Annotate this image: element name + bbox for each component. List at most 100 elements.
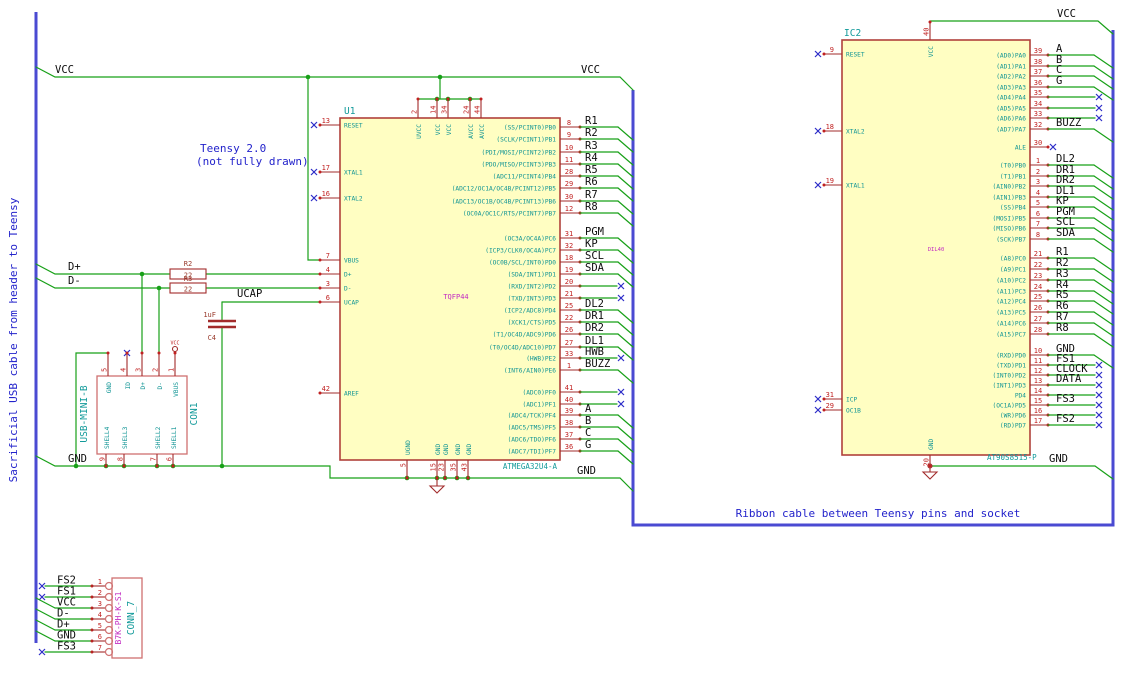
pin-name: SHELL4 (104, 426, 111, 449)
vcc-power-label: VCC (170, 341, 179, 347)
net-label[interactable]: HWB (585, 346, 604, 358)
net-label[interactable]: B (585, 415, 591, 427)
pin-number: 24 (1034, 283, 1042, 291)
net-label-gnd-ic2[interactable]: GND (1049, 453, 1068, 465)
bus-entry (617, 438, 634, 453)
net-label[interactable]: A (585, 403, 592, 415)
pin-name: ICP (846, 396, 857, 403)
pin-name: (AD5)PA5 (996, 105, 1026, 112)
net-label[interactable]: R6 (585, 176, 598, 188)
net-label[interactable]: DR1 (585, 310, 604, 322)
pin-number: 35 (1034, 89, 1042, 97)
pin-number: 5 (1036, 199, 1040, 207)
net-label[interactable]: BUZZ (1056, 117, 1081, 129)
pin-name: RESET (846, 51, 865, 58)
net-label-dplus[interactable]: D+ (68, 261, 81, 273)
net-label[interactable]: FS2 (1056, 413, 1075, 425)
net-label-gnd-left[interactable]: GND (68, 453, 87, 465)
pin-number: 37 (565, 431, 573, 439)
net-label[interactable]: DATA (1056, 373, 1082, 385)
pin-tip (318, 300, 322, 304)
pin-number: 30 (1034, 139, 1042, 147)
pin-number: 34 (441, 106, 449, 114)
pin-number: 7 (1036, 220, 1040, 228)
net-label[interactable]: BUZZ (585, 358, 610, 370)
pin-name: ALE (1015, 144, 1026, 151)
net-label[interactable]: R8 (1056, 322, 1069, 334)
pin-name: (INT6/AIN0)PE6 (504, 367, 556, 374)
net-label[interactable]: G (585, 439, 591, 451)
pin-name: OC1B (846, 407, 861, 414)
pin-name: (A9)PC1 (1000, 266, 1026, 273)
pin-number: 43 (461, 463, 469, 471)
pin-name: D- (157, 382, 164, 389)
net-label-dminus[interactable]: D- (68, 275, 81, 287)
pin-number: 3 (135, 368, 143, 372)
net-label[interactable]: SDA (585, 262, 605, 274)
bus-entry (1093, 333, 1114, 348)
pin-number: 41 (565, 384, 573, 392)
pin-name: (ADC13/OC1B/OC4B/PCINT13)PB6 (452, 198, 557, 205)
bus-entry (1093, 175, 1114, 190)
pin-number: 4 (326, 266, 330, 274)
net-label[interactable]: DL2 (585, 298, 604, 310)
net-label-gnd-u1[interactable]: GND (577, 465, 596, 477)
pin-name: (ADC11/PCINT4)PB4 (493, 173, 557, 180)
pin-name: VBUS (344, 257, 359, 264)
net-label-vcc-left[interactable]: VCC (55, 64, 74, 76)
pin-name: (ADC0)PF0 (522, 389, 556, 396)
pin-number: 28 (565, 168, 573, 176)
net-label[interactable]: PGM (585, 226, 604, 238)
net-label[interactable]: R5 (585, 164, 598, 176)
pin-number: 37 (1034, 68, 1042, 76)
pin-number: 13 (1034, 377, 1042, 385)
pin-tip (155, 464, 159, 468)
pin-number: 21 (565, 290, 573, 298)
pin-number: 8 (1036, 231, 1040, 239)
pin-number: 36 (565, 443, 573, 451)
net-label[interactable]: G (1056, 75, 1062, 87)
bus-entry (1093, 65, 1114, 80)
wire-vbus (307, 76, 321, 261)
net-label[interactable]: KP (585, 238, 598, 250)
bus-entry (617, 138, 634, 153)
pin-tip (173, 351, 177, 355)
bus-entry (617, 249, 634, 264)
pin-name: GND (443, 444, 450, 455)
net-label-vcc-ic2[interactable]: VCC (1057, 8, 1076, 20)
net-label[interactable]: SDA (1056, 227, 1076, 239)
net-label[interactable]: FS3 (57, 641, 76, 653)
net-label[interactable]: DR2 (585, 322, 604, 334)
pin-name: (ICP3/CLK0/OC4A)PC7 (485, 247, 556, 254)
pin-number: 29 (565, 180, 573, 188)
net-label[interactable]: FS3 (1056, 393, 1075, 405)
pin-name: (TXD)PD1 (996, 362, 1026, 369)
pin-name: VCC (446, 124, 453, 135)
pin-number: 40 (923, 28, 931, 36)
pin-number: 5 (400, 463, 408, 467)
net-label[interactable]: R1 (585, 115, 598, 127)
note-teensy-1: Teensy 2.0 (200, 142, 266, 155)
net-label-ucap[interactable]: UCAP (237, 288, 262, 300)
pin-name: GND (435, 444, 442, 455)
pin-number: 33 (565, 350, 573, 358)
net-label[interactable]: R7 (585, 189, 598, 201)
pin-name: (T0/OC4D/ADC10)PD7 (489, 344, 556, 351)
net-label[interactable]: R4 (585, 152, 598, 164)
net-label-vcc-u1[interactable]: VCC (581, 64, 600, 76)
note-ribbon: Ribbon cable between Teensy pins and soc… (736, 507, 1021, 520)
pin-name: (SDA/INT1)PD1 (508, 271, 557, 278)
pin-name: SHELL3 (122, 426, 129, 449)
net-label[interactable]: C (585, 427, 591, 439)
pin-name: (MISO)PB6 (992, 225, 1026, 232)
net-label[interactable]: SCL (585, 250, 604, 262)
net-label[interactable]: R3 (585, 140, 598, 152)
net-label[interactable]: R2 (585, 127, 598, 139)
con1-ref: CON1 (189, 402, 200, 425)
capacitor-c4[interactable]: 1uF C4 (203, 311, 236, 342)
pin-number: 16 (322, 190, 330, 198)
pin-tip (140, 351, 144, 355)
net-label[interactable]: R8 (585, 201, 598, 213)
resistor-r3[interactable]: R3 22 (169, 275, 207, 294)
pin-name: (A15)PC7 (996, 331, 1026, 338)
